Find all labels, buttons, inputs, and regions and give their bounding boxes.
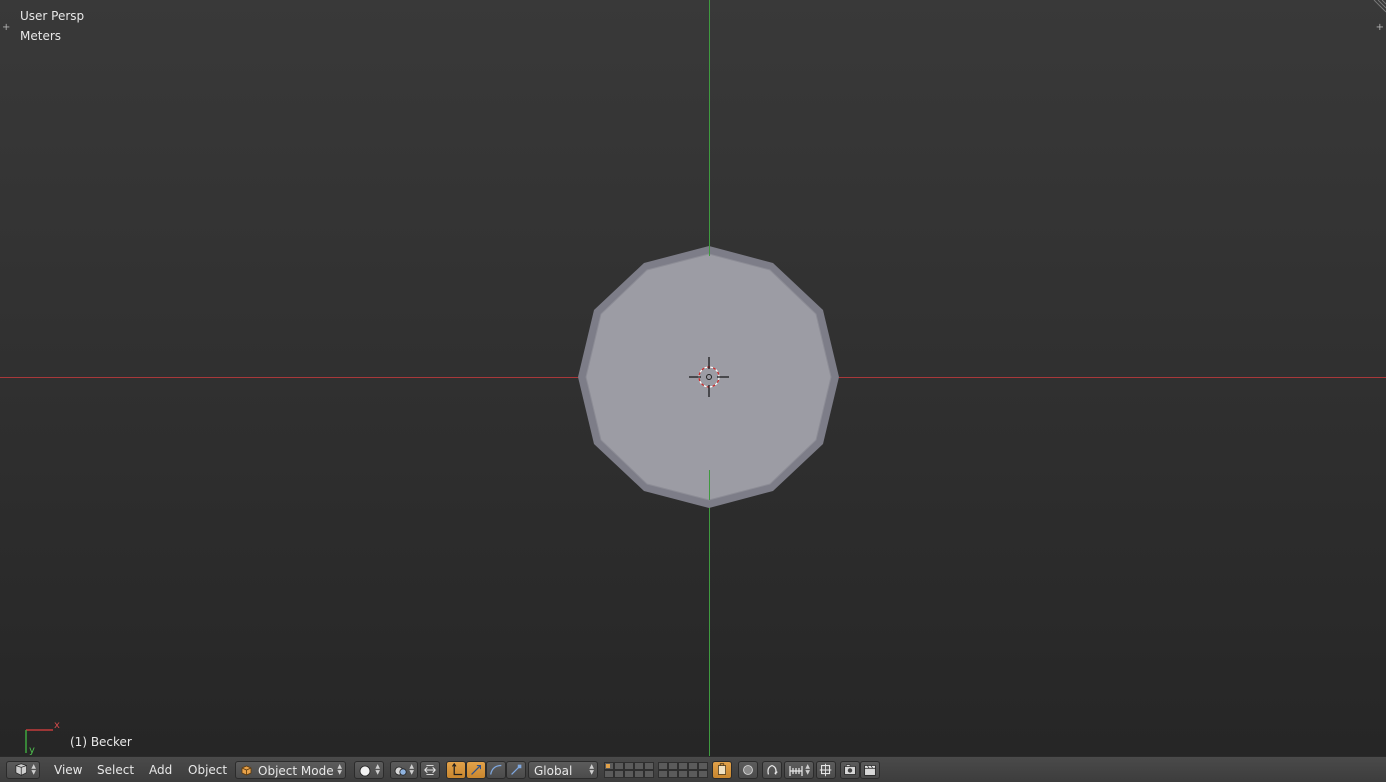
layer-20[interactable] (698, 770, 708, 778)
proportional-editing-button[interactable] (738, 761, 758, 779)
object-cube-icon (241, 765, 252, 776)
active-object-info: (1) Becker (70, 735, 132, 749)
layer-5[interactable] (644, 762, 654, 770)
layer-4[interactable] (634, 762, 644, 770)
layer-3[interactable] (624, 762, 634, 770)
layer-14[interactable] (634, 770, 644, 778)
layer-13[interactable] (624, 770, 634, 778)
scene-layers-group-2[interactable] (658, 761, 708, 779)
layer-6[interactable] (658, 762, 668, 770)
transform-orientation-selector[interactable]: Global ▲ ▼ (528, 761, 598, 779)
lock-layers-icon (718, 763, 726, 775)
snap-target-button[interactable] (816, 761, 836, 779)
menu-object[interactable]: Object (186, 761, 229, 779)
render-animation-button[interactable] (860, 761, 880, 779)
units-label: Meters (20, 29, 62, 43)
manipulator-toggle-button[interactable] (420, 761, 440, 779)
shading-arrows-icon: ▲ ▼ (375, 763, 380, 776)
editor-type-selector[interactable]: ▲ ▼ (6, 761, 40, 779)
snap-element-arrows-icon: ▲ ▼ (805, 763, 810, 776)
pivot-arrows-icon: ▲ ▼ (409, 763, 414, 776)
lock-layers-button[interactable] (712, 761, 732, 779)
mode-selector[interactable]: Object Mode ▲ ▼ (235, 761, 346, 779)
layer-9[interactable] (688, 762, 698, 770)
layer-7[interactable] (668, 762, 678, 770)
magnet-icon (767, 764, 778, 775)
pivot-icon (394, 766, 407, 776)
mode-arrows-icon: ▲ ▼ (337, 763, 342, 776)
snap-increment-icon (789, 766, 803, 776)
view-name-label: User Persp (20, 9, 85, 23)
layer-1[interactable] (604, 762, 614, 770)
toolshelf-toggle-plus-icon[interactable]: + (2, 23, 10, 33)
editor-type-arrows-icon: ▲ ▼ (31, 763, 36, 776)
layer-12[interactable] (614, 770, 624, 778)
layer-15[interactable] (644, 770, 654, 778)
layer-2[interactable] (614, 762, 624, 770)
layer-10[interactable] (698, 762, 708, 770)
layer-19[interactable] (688, 770, 698, 778)
viewport-scene[interactable]: x y (0, 0, 1386, 756)
manipulator-rotate-button[interactable] (466, 761, 486, 779)
menu-add[interactable]: Add (147, 761, 174, 779)
solid-sphere-icon (359, 765, 371, 777)
axis-gizmo-y-label: y (29, 745, 35, 756)
menu-view[interactable]: View (52, 761, 84, 779)
menu-select[interactable]: Select (95, 761, 136, 779)
area-corner-grip-icon[interactable] (1373, 0, 1386, 13)
manipulator-scale-button[interactable] (506, 761, 526, 779)
axis-gizmo-x-label: x (54, 720, 60, 731)
layer-18[interactable] (678, 770, 688, 778)
translate-arrow-icon (452, 762, 463, 776)
snap-toggle-button[interactable] (762, 761, 782, 779)
viewport-header: ▲ ▼ View Select Add Object Object Mode ▲ ▼… (0, 756, 1386, 782)
manipulator-translate-button[interactable] (446, 761, 466, 779)
orientation-arrows-icon: ▲ ▼ (589, 763, 594, 776)
mode-label: Object Mode (258, 764, 334, 778)
scene-layers-group-1[interactable] (604, 761, 654, 779)
manipulator-arc-button[interactable] (486, 761, 506, 779)
manipulator-icon (424, 765, 436, 775)
camera-icon (844, 764, 856, 775)
orientation-label: Global (534, 764, 573, 778)
clapper-icon (864, 765, 876, 776)
3d-viewport[interactable]: x y User Persp Meters (1) Becker + + (0, 0, 1386, 756)
rotate-arc-icon (471, 765, 481, 775)
scale-icon (511, 764, 522, 775)
properties-toggle-plus-icon[interactable]: + (1376, 23, 1384, 33)
layer-8[interactable] (678, 762, 688, 770)
render-image-button[interactable] (840, 761, 860, 779)
viewport-shading-selector[interactable]: ▲ ▼ (354, 761, 384, 779)
proportional-circle-icon (743, 765, 753, 775)
layer-17[interactable] (668, 770, 678, 778)
layer-11[interactable] (604, 770, 614, 778)
snap-element-selector[interactable]: ▲ ▼ (784, 761, 814, 779)
layer-16[interactable] (658, 770, 668, 778)
manipulator-rotate-icon (490, 764, 502, 775)
pivot-point-selector[interactable]: ▲ ▼ (390, 761, 418, 779)
snap-target-icon (819, 763, 832, 777)
